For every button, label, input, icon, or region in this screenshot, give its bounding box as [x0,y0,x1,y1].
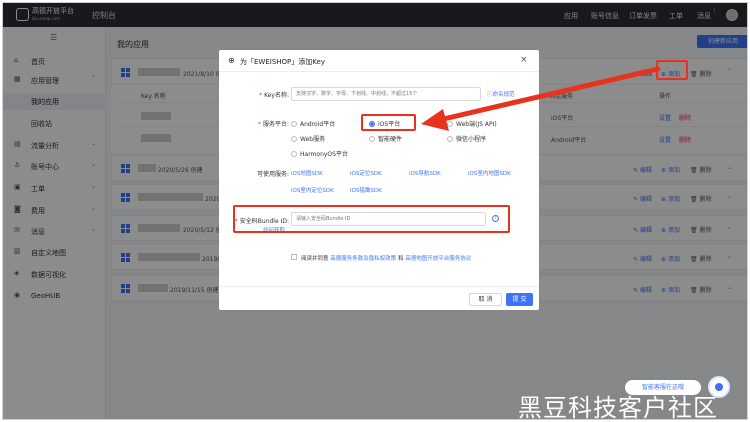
browser-frame: 高德开放平台 lbs.amap.com 控制台 应用 账号信息 订单发票 工单 … [2,2,748,420]
red-arrow-annotation [421,66,661,131]
watermark-text: 黑豆科技客户社区 [518,394,718,420]
